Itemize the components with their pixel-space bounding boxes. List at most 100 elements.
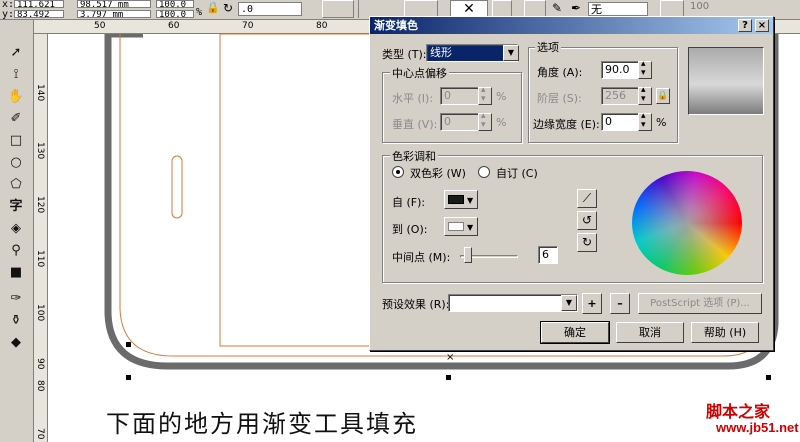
outline-width-select[interactable]: 无: [588, 2, 648, 16]
cancel-button[interactable]: 取消: [616, 322, 684, 343]
vertical-ruler: 140 130 120 110 100 90 80 70: [34, 34, 48, 442]
shadow-tool-icon[interactable]: ■: [5, 264, 27, 282]
gradient-fill-dialog: 渐变填色 ? × 类型 (T): 线形 ▼ 中心点偏移 水平 (I): 0 % …: [369, 16, 774, 351]
selection-handle[interactable]: [126, 375, 131, 380]
midpoint-field[interactable]: 6: [538, 246, 558, 264]
to-color-button[interactable]: ▼: [444, 217, 478, 236]
freehand-tool-icon[interactable]: ✐: [5, 110, 27, 128]
vertical-spinner[interactable]: [478, 111, 492, 131]
custom-radio[interactable]: [478, 166, 490, 178]
polygon-tool-icon[interactable]: ⬠: [5, 176, 27, 194]
add-preset-button[interactable]: +: [582, 293, 602, 314]
percent-label: %: [196, 7, 203, 18]
ellipse-tool-icon[interactable]: ○: [5, 154, 27, 172]
interactive-tool-icon[interactable]: ◈: [5, 220, 27, 238]
rectangle-tool-icon[interactable]: □: [5, 132, 27, 150]
midpoint-slider-thumb[interactable]: [464, 247, 472, 263]
pen-icon[interactable]: ✎: [552, 1, 562, 15]
presets-label: 预设效果 (R):: [382, 298, 450, 311]
vertical-unit: %: [496, 116, 507, 129]
two-color-radio[interactable]: [392, 166, 404, 178]
chevron-down-icon: ▼: [467, 196, 474, 205]
ruler-tick: 80: [316, 21, 328, 31]
hand-tool-icon[interactable]: ✋: [5, 88, 27, 106]
postscript-options-button[interactable]: PostScript 选项 (P)...: [638, 293, 762, 314]
steps-spinner[interactable]: [638, 85, 652, 105]
text-tool-icon[interactable]: 字: [5, 198, 27, 216]
counterclockwise-icon[interactable]: ↺: [577, 211, 597, 230]
phone-side-button: [171, 155, 183, 219]
from-color-button[interactable]: ▼: [444, 190, 478, 209]
selection-handle[interactable]: [446, 375, 451, 380]
midpoint-label: 中间点 (M):: [392, 251, 451, 264]
edge-pad-label: 边缘宽度 (E):: [533, 118, 600, 131]
outline-tool-icon[interactable]: ⚱: [5, 312, 27, 330]
horizontal-spinner[interactable]: [478, 85, 492, 105]
clockwise-icon[interactable]: ↻: [577, 233, 597, 252]
type-dropdown-arrow[interactable]: ▼: [503, 45, 519, 61]
pick-tool-icon[interactable]: ➚: [5, 44, 27, 62]
scale-width-field[interactable]: 100.0: [156, 0, 194, 8]
steps-lock-icon[interactable]: 🔒: [656, 88, 670, 104]
ruler-tick: 140: [35, 84, 45, 102]
height-field[interactable]: 3.797 mm: [77, 10, 151, 18]
mirror-button[interactable]: [322, 0, 354, 18]
angle-label: 角度 (A):: [537, 66, 583, 79]
selection-handle[interactable]: [766, 375, 771, 380]
ruler-tick: 130: [35, 142, 45, 160]
ruler-tick: 60: [168, 21, 180, 31]
watermark-text: 脚本之家: [706, 404, 771, 421]
center-offset-group: [382, 72, 522, 143]
y-label: y:: [2, 9, 15, 20]
horizontal-unit: %: [496, 90, 507, 103]
to-color-swatch: [448, 222, 464, 231]
help-button[interactable]: 帮助 (H): [691, 322, 759, 343]
opacity-field[interactable]: 100: [690, 1, 709, 12]
connector-tool-icon[interactable]: ⚲: [5, 242, 27, 260]
width-field[interactable]: 98.517 mm: [77, 0, 151, 8]
vertical-label: 垂直 (V):: [392, 118, 438, 131]
lock-ratio-icon[interactable]: 🔒: [206, 1, 220, 14]
direct-blend-icon[interactable]: ⟋: [577, 189, 597, 208]
instruction-caption: 下面的地方用渐变工具填充: [106, 410, 418, 438]
center-marker-icon: ×: [446, 352, 454, 363]
edge-pad-spinner[interactable]: [638, 111, 652, 131]
help-title-button[interactable]: ?: [738, 19, 752, 32]
vertical-field[interactable]: 0: [440, 113, 480, 131]
edge-pad-unit: %: [656, 116, 667, 129]
options-group-label: 选项: [535, 39, 561, 55]
y-position-field[interactable]: 83.492: [14, 10, 64, 18]
ok-button[interactable]: 确定: [540, 321, 610, 344]
center-offset-group-label: 中心点偏移: [390, 65, 449, 81]
ruler-tick: 50: [94, 21, 106, 31]
horizontal-field[interactable]: 0: [440, 87, 480, 105]
color-wheel-center: [632, 171, 742, 275]
type-label: 类型 (T):: [382, 48, 427, 61]
ruler-tick: 70: [242, 21, 254, 31]
close-button[interactable]: ×: [755, 19, 769, 32]
to-label: 到 (O):: [392, 223, 428, 236]
remove-preset-button[interactable]: –: [610, 293, 630, 314]
angle-spinner[interactable]: [638, 59, 652, 79]
steps-field[interactable]: 256: [601, 87, 641, 105]
scale-height-field[interactable]: 100.0: [156, 10, 194, 18]
presets-select[interactable]: [448, 294, 578, 312]
ruler-tick: 90: [35, 358, 45, 370]
radio-dot: [396, 170, 400, 174]
rotate-icon: ↻: [223, 1, 234, 15]
x-position-field[interactable]: 111.621: [14, 0, 64, 8]
angle-field[interactable]: 90.0: [601, 61, 641, 79]
ruler-tick: 70: [35, 428, 45, 440]
fill-tool-icon[interactable]: ◆: [5, 334, 27, 352]
selection-handle[interactable]: [126, 342, 131, 347]
ruler-tick: 110: [35, 250, 45, 268]
rotation-field[interactable]: .0: [238, 2, 302, 16]
dialog-title: 渐变填色: [370, 17, 773, 34]
eyedropper-tool-icon[interactable]: ✑: [5, 290, 27, 308]
nib-icon[interactable]: ✒: [571, 1, 581, 15]
color-wheel[interactable]: [632, 171, 742, 275]
presets-dropdown-arrow[interactable]: ▼: [561, 295, 577, 311]
edge-pad-field[interactable]: 0: [601, 113, 641, 131]
shape-tool-icon[interactable]: ⟟: [5, 66, 27, 84]
ruler-tick: 100: [35, 304, 45, 322]
